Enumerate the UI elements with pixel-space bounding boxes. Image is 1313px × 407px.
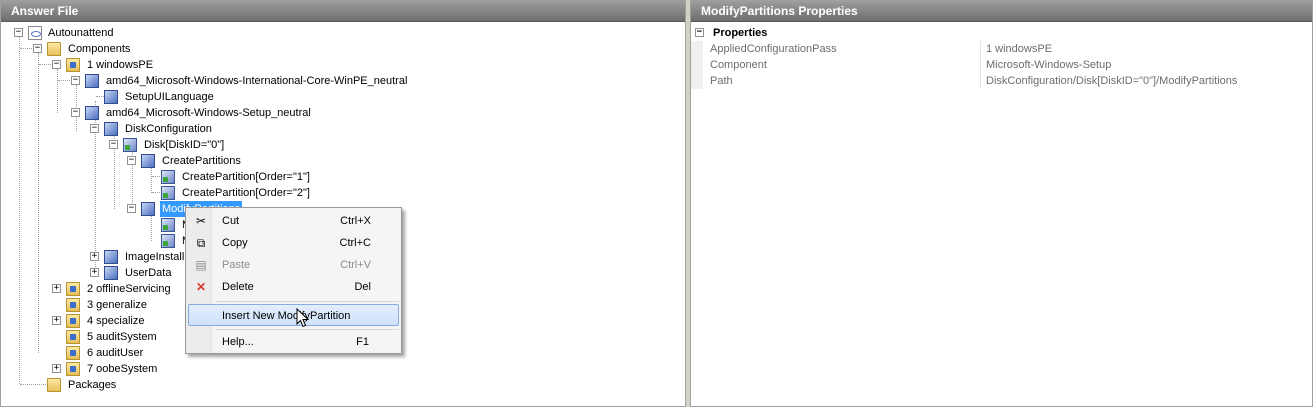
tree-node-label: 3 generalize (87, 299, 147, 311)
collapse-icon[interactable]: − (127, 204, 136, 213)
collapse-icon[interactable]: − (695, 28, 704, 37)
property-value: 1 windowsPE (986, 43, 1053, 55)
collapse-icon[interactable]: − (71, 76, 80, 85)
properties-pane: ModifyPartitions Properties − Properties… (690, 0, 1313, 407)
menu-item-label: Help... (222, 336, 254, 348)
expand-icon[interactable]: + (52, 364, 61, 373)
property-row[interactable]: AppliedConfigurationPass 1 windowsPE (691, 41, 1312, 57)
context-menu: ✂ Cut Ctrl+X ⧉ Copy Ctrl+C ▤ Paste Ctrl+… (185, 207, 402, 354)
config-pass-icon (66, 314, 80, 328)
list-item-icon (123, 138, 137, 152)
scissors-icon: ✂ (195, 214, 207, 228)
expand-icon[interactable]: + (90, 252, 99, 261)
tree-node-label: CreatePartitions (162, 155, 241, 167)
list-item-icon (161, 170, 175, 184)
answer-file-icon (28, 26, 42, 40)
properties-section-label: Properties (713, 27, 768, 39)
tree-node-label: amd64_Microsoft-Windows-Setup_neutral (106, 107, 311, 119)
copy-icon: ⧉ (196, 236, 206, 250)
tree-node-label: Components (68, 43, 131, 55)
component-icon (85, 106, 99, 120)
collapse-icon[interactable]: − (33, 44, 42, 53)
menu-item-label: Delete (222, 281, 254, 293)
answer-file-header: Answer File (1, 1, 685, 22)
tree-node-label: Autounattend (48, 27, 114, 39)
menu-item-label: Cut (222, 215, 240, 227)
menu-separator (216, 329, 399, 330)
menu-item-label: Copy (222, 237, 248, 249)
menu-item-insert-new-modify-partition[interactable]: Insert New ModifyPartition (188, 304, 399, 326)
tree-node-label: CreatePartition[Order="1"] (182, 171, 310, 183)
property-row[interactable]: Path DiskConfiguration/Disk[DiskID="0"]/… (691, 73, 1312, 89)
setting-icon (104, 90, 118, 104)
menu-item-shortcut: F1 (356, 336, 369, 348)
folder-icon (47, 42, 61, 56)
mouse-cursor-icon (296, 308, 310, 328)
config-pass-icon (66, 282, 80, 296)
property-row[interactable]: Component Microsoft-Windows-Setup (691, 57, 1312, 73)
list-item-icon (161, 234, 175, 248)
menu-item-label: Insert New ModifyPartition (222, 310, 351, 322)
menu-item-shortcut: Del (354, 281, 371, 293)
property-value: DiskConfiguration/Disk[DiskID="0"]/Modif… (986, 75, 1238, 87)
menu-item-cut[interactable]: ✂ Cut Ctrl+X (188, 210, 399, 232)
property-name: Path (691, 73, 981, 89)
collapse-icon[interactable]: − (14, 28, 23, 37)
config-pass-icon (66, 298, 80, 312)
tree-node-label: ImageInstall (125, 251, 185, 263)
collapse-icon[interactable]: − (71, 108, 80, 117)
menu-item-delete[interactable]: ✕ Delete Del (188, 276, 399, 298)
config-pass-icon (66, 362, 80, 376)
collapse-icon[interactable]: − (52, 60, 61, 69)
property-value: Microsoft-Windows-Setup (986, 59, 1112, 71)
collapse-icon[interactable]: − (90, 124, 99, 133)
config-pass-icon (66, 330, 80, 344)
paste-icon: ▤ (195, 258, 207, 272)
setting-group-icon (104, 122, 118, 136)
property-name: AppliedConfigurationPass (691, 41, 981, 57)
setting-group-icon (141, 202, 155, 216)
tree-node-label: UserData (125, 267, 172, 279)
tree-node-label: CreatePartition[Order="2"] (182, 187, 310, 199)
menu-item-shortcut: Ctrl+C (339, 237, 371, 249)
tree-node-label: DiskConfiguration (125, 123, 212, 135)
tree-node-label: 6 auditUser (87, 347, 144, 359)
tree-node-label: amd64_Microsoft-Windows-International-Co… (106, 75, 408, 87)
menu-item-shortcut: Ctrl+X (340, 215, 371, 227)
property-name: Component (691, 57, 981, 73)
collapse-icon[interactable]: − (127, 156, 136, 165)
config-pass-icon (66, 346, 80, 360)
properties-header: ModifyPartitions Properties (691, 1, 1312, 22)
setting-group-icon (104, 266, 118, 280)
expand-icon[interactable]: + (52, 316, 61, 325)
delete-x-icon: ✕ (195, 280, 207, 294)
expand-icon[interactable]: + (90, 268, 99, 277)
menu-item-copy[interactable]: ⧉ Copy Ctrl+C (188, 232, 399, 254)
config-pass-icon (66, 58, 80, 72)
tree-node-label: SetupUILanguage (125, 91, 214, 103)
menu-separator (216, 301, 399, 302)
folder-icon (47, 378, 61, 392)
tree-node-label: 7 oobeSystem (87, 363, 158, 375)
setting-group-icon (141, 154, 155, 168)
component-icon (85, 74, 99, 88)
menu-item-label: Paste (222, 259, 251, 271)
tree-node-label: 1 windowsPE (87, 59, 154, 71)
list-item-icon (161, 186, 175, 200)
expand-icon[interactable]: + (52, 284, 61, 293)
properties-section[interactable]: − Properties (691, 25, 1312, 41)
tree-node-label: Packages (68, 379, 117, 391)
tree-node-label: 4 specialize (87, 315, 145, 327)
tree-node-label: 5 auditSystem (87, 331, 157, 343)
collapse-icon[interactable]: − (109, 140, 118, 149)
list-item-icon (161, 218, 175, 232)
menu-item-shortcut: Ctrl+V (340, 259, 371, 271)
setting-group-icon (104, 250, 118, 264)
menu-item-help[interactable]: Help... F1 (188, 331, 399, 353)
tree-node-label: 2 offlineServicing (87, 283, 171, 295)
tree-node-label: Disk[DiskID="0"] (144, 139, 225, 151)
menu-item-paste[interactable]: ▤ Paste Ctrl+V (188, 254, 399, 276)
